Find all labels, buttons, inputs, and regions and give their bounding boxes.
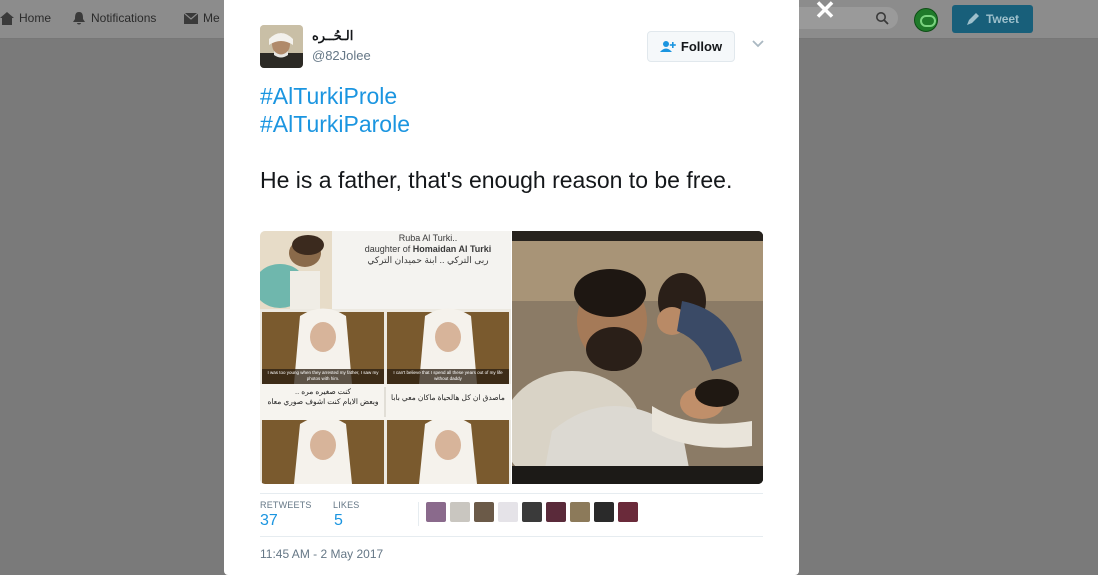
nav-home-label: Home	[19, 11, 52, 25]
collage-title-line1: Ruba Al Turki..	[398, 233, 458, 243]
collage-arabic-left: كنت صغيره مره .. وبعض الايام كنت اشوف صو…	[264, 387, 382, 407]
likes-label: LIKES	[333, 500, 360, 510]
retweets-label: RETWEETS	[260, 500, 312, 510]
user-avatar-menu[interactable]	[914, 8, 938, 32]
tweet-modal: الـحُــره @82Jolee Follow #AlTurkiProle …	[224, 0, 799, 575]
collage-title-line2: daughter of Homaidan Al Turki	[348, 244, 508, 255]
nav-notifications-label: Notifications	[91, 11, 157, 25]
collage-title-arabic: ربى التركي .. ابنة حميدان التركي	[367, 255, 489, 265]
home-icon	[0, 11, 14, 25]
collage-caption-right: I can't believe that I spend all these y…	[393, 370, 503, 381]
add-user-icon	[659, 41, 676, 52]
retweets-count[interactable]: 37	[260, 512, 278, 530]
media-photo-collage[interactable]: Ruba Al Turki.. daughter of Homaidan Al …	[260, 231, 511, 484]
chevron-down-icon[interactable]	[752, 40, 764, 48]
tweet-timestamp[interactable]: 11:45 AM - 2 May 2017	[260, 547, 383, 561]
liker-avatar[interactable]	[594, 502, 614, 522]
tweet-body: He is a father, that's enough reason to …	[260, 167, 733, 193]
liker-avatar[interactable]	[546, 502, 566, 522]
collage-arabic-left-line1: كنت صغيره مره ..	[294, 387, 352, 396]
nav-messages[interactable]: Me	[184, 11, 220, 25]
collage-title-prefix: daughter of	[364, 244, 413, 254]
compose-tweet-button[interactable]: Tweet	[952, 5, 1033, 33]
collage-title-name: Homaidan Al Turki	[412, 244, 492, 254]
media-photo-father[interactable]	[512, 231, 763, 484]
follow-button[interactable]: Follow	[647, 31, 735, 62]
liker-avatar[interactable]	[570, 502, 590, 522]
likes-count[interactable]: 5	[334, 512, 343, 530]
search-icon[interactable]	[875, 11, 889, 25]
compose-icon	[966, 13, 979, 25]
collage-arabic-left-line2: وبعض الايام كنت اشوف صوري معاه	[267, 397, 379, 406]
author-name[interactable]: الـحُــره	[312, 28, 353, 44]
compose-tweet-label: Tweet	[985, 12, 1020, 26]
author-avatar[interactable]	[260, 25, 303, 68]
nav-notifications[interactable]: Notifications	[72, 11, 156, 25]
liker-avatar[interactable]	[498, 502, 518, 522]
tweet-text: #AlTurkiProle #AlTurkiParole He is a fat…	[260, 82, 760, 194]
liker-avatar[interactable]	[522, 502, 542, 522]
author-handle[interactable]: @82Jolee	[312, 48, 371, 63]
collage-caption-left: I was too young when they arrested my fa…	[267, 370, 379, 381]
collage-title: Ruba Al Turki.. daughter of Homaidan Al …	[348, 233, 508, 266]
bell-icon	[73, 11, 85, 24]
liker-avatars	[418, 502, 638, 526]
envelope-icon	[184, 12, 198, 24]
liker-avatar[interactable]	[474, 502, 494, 522]
collage-arabic-right: ماصدق ان كل هالحياة ماكان معي بابا	[391, 393, 505, 402]
tweet-stats: RETWEETS 37 LIKES 5	[260, 493, 763, 537]
tweet-media[interactable]: Ruba Al Turki.. daughter of Homaidan Al …	[260, 231, 763, 484]
close-modal-icon[interactable]: ✕	[813, 0, 837, 23]
nav-messages-label: Me	[203, 11, 220, 25]
hashtag-link[interactable]: #AlTurkiParole	[260, 110, 760, 138]
hashtag-link[interactable]: #AlTurkiProle	[260, 82, 760, 110]
liker-avatar[interactable]	[450, 502, 470, 522]
nav-home[interactable]: Home	[0, 11, 51, 25]
follow-button-label: Follow	[680, 39, 723, 54]
liker-avatar[interactable]	[426, 502, 446, 522]
liker-avatar[interactable]	[618, 502, 638, 522]
